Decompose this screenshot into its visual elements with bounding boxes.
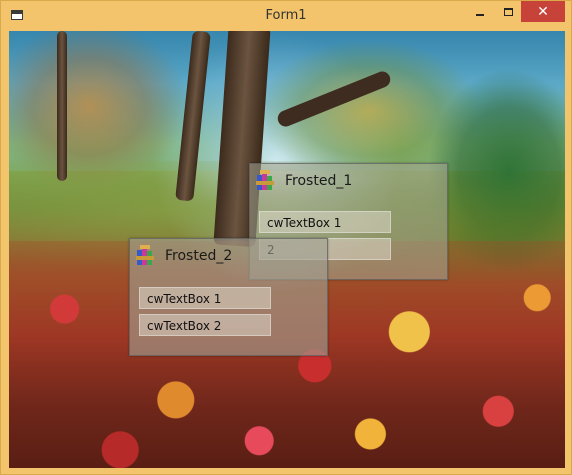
winrar-books-icon	[256, 170, 274, 190]
frosted-1-header[interactable]: Frosted_1	[250, 164, 447, 200]
winrar-books-icon	[136, 245, 154, 265]
close-icon: ✕	[537, 3, 549, 20]
frosted-2-title: Frosted_2	[165, 248, 233, 264]
frosted-2-panel[interactable]: Frosted_2 cwTextBox 1 cwTextBox 2	[129, 238, 328, 356]
maximize-button[interactable]	[495, 1, 521, 22]
title-bar[interactable]: Form1 ✕	[1, 1, 571, 31]
frosted-1-title: Frosted_1	[285, 173, 353, 189]
frosted-2-header[interactable]: Frosted_2	[130, 239, 327, 275]
frosted-1-textbox-1[interactable]: cwTextBox 1	[259, 211, 391, 233]
frosted-2-textbox-2[interactable]: cwTextBox 2	[139, 314, 271, 336]
frosted-2-textbox-1[interactable]: cwTextBox 1	[139, 287, 271, 309]
close-button[interactable]: ✕	[521, 1, 565, 22]
minimize-button[interactable]	[467, 1, 493, 22]
maximize-icon	[503, 7, 513, 16]
minimize-icon	[476, 13, 484, 16]
form1-window: Form1 ✕ Frosted_1 cwTextBox 1 Frosted_2 …	[0, 0, 572, 475]
client-area: Frosted_1 cwTextBox 1 2 Frosted_2 cwText…	[9, 31, 565, 468]
